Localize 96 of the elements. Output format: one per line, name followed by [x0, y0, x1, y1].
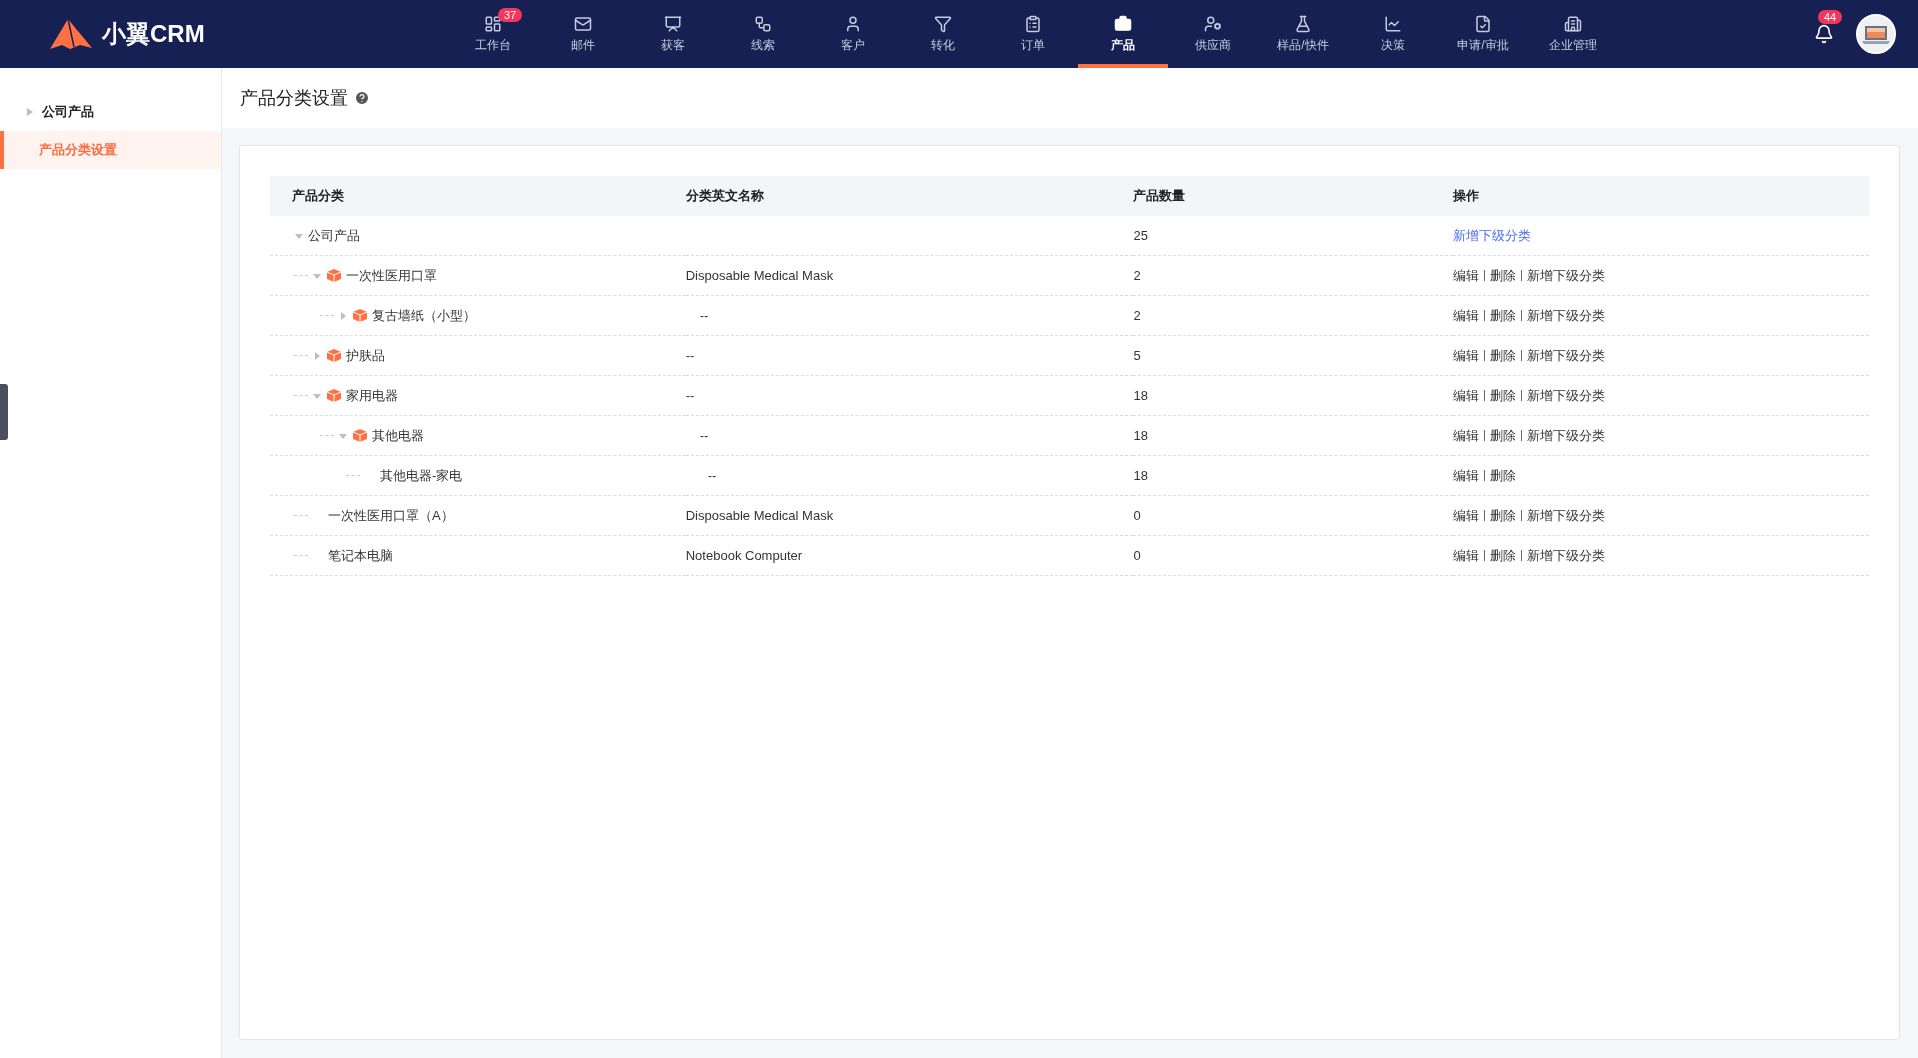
expand-caret-icon[interactable] — [338, 310, 348, 321]
box-icon — [326, 388, 342, 403]
column-header: 产品分类 — [291, 188, 344, 203]
action-link[interactable]: 编辑 — [1453, 387, 1480, 403]
product-count: 25 — [1133, 228, 1148, 243]
category-name: 公司产品 — [308, 226, 360, 245]
sidebar-item[interactable]: 公司产品 — [0, 93, 221, 131]
category-name: 其他电器 — [372, 426, 424, 445]
action-link[interactable]: 编辑 — [1453, 267, 1480, 283]
action-link[interactable]: 删除 — [1490, 307, 1517, 323]
action-link[interactable]: 新增下级分类 — [1527, 387, 1606, 403]
action-link[interactable]: 删除 — [1490, 467, 1517, 483]
english-name: Disposable Medical Mask — [685, 508, 834, 523]
nav-tab[interactable]: 样品/快件 — [1258, 0, 1348, 68]
nav-tab[interactable]: 申请/审批 — [1438, 0, 1528, 68]
nav-icon — [1204, 15, 1222, 33]
action-link[interactable]: 新增下级分类 — [1527, 507, 1606, 523]
box-icon — [326, 348, 342, 363]
nav-tab[interactable]: 转化 — [898, 0, 988, 68]
action-link[interactable]: 删除 — [1490, 387, 1517, 403]
category-name: 一次性医用口罩（A） — [328, 506, 454, 525]
english-name: -- — [685, 388, 695, 403]
nav-icon — [484, 15, 502, 33]
nav-tab[interactable]: 获客 — [628, 0, 718, 68]
nav-icon — [664, 15, 682, 33]
action-link[interactable]: 新增下级分类 — [1453, 227, 1532, 243]
product-count: 18 — [1133, 428, 1148, 443]
action-link[interactable]: 删除 — [1490, 427, 1517, 443]
bell-icon[interactable] — [1814, 24, 1834, 44]
expand-caret-icon — [26, 107, 34, 117]
category-name: 家用电器 — [346, 386, 398, 405]
product-count: 2 — [1133, 308, 1141, 323]
action-link[interactable]: 编辑 — [1453, 467, 1480, 483]
side-handle[interactable] — [0, 384, 8, 440]
nav-tab[interactable]: 企业管理 — [1528, 0, 1618, 68]
nav-tab[interactable]: 线索 — [718, 0, 808, 68]
english-name: -- — [698, 308, 709, 323]
logo-text: 小翼CRM — [102, 19, 205, 49]
nav-tab[interactable]: 客户 — [808, 0, 898, 68]
expand-caret-icon[interactable] — [312, 350, 322, 361]
english-name: -- — [698, 428, 709, 443]
nav-icon — [1024, 15, 1042, 33]
action-link[interactable]: 编辑 — [1453, 507, 1480, 523]
nav-icon — [1474, 15, 1492, 33]
category-name: 笔记本电脑 — [328, 546, 393, 565]
nav-tab[interactable]: 决策 — [1348, 0, 1438, 68]
nav-icon — [1294, 15, 1312, 33]
box-icon — [326, 268, 342, 283]
nav-tab[interactable]: 邮件 — [538, 0, 628, 68]
nav-icon — [844, 15, 862, 33]
column-header: 分类英文名称 — [685, 188, 764, 203]
english-name: -- — [706, 468, 717, 483]
nav-tab[interactable]: 供应商 — [1168, 0, 1258, 68]
product-count: 0 — [1133, 548, 1141, 563]
action-link[interactable]: 删除 — [1490, 267, 1517, 283]
action-link[interactable]: 编辑 — [1453, 347, 1480, 363]
column-header: 操作 — [1453, 188, 1480, 203]
box-icon — [352, 308, 368, 323]
help-icon[interactable] — [354, 90, 370, 106]
action-link[interactable]: 删除 — [1490, 347, 1517, 363]
nav-tab[interactable]: 订单 — [988, 0, 1078, 68]
category-name: 其他电器-家电 — [380, 466, 463, 485]
count-badge: 37 — [498, 8, 523, 22]
product-count: 5 — [1133, 348, 1141, 363]
category-name: 复古墙纸（小型） — [372, 306, 476, 325]
box-icon — [352, 428, 368, 443]
product-count: 0 — [1133, 508, 1141, 523]
english-name: -- — [685, 348, 695, 363]
nav-icon — [754, 15, 772, 33]
action-link[interactable]: 删除 — [1490, 547, 1517, 563]
action-link[interactable]: 新增下级分类 — [1527, 547, 1606, 563]
product-count: 2 — [1133, 268, 1141, 283]
action-link[interactable]: 编辑 — [1453, 547, 1480, 563]
action-link[interactable]: 新增下级分类 — [1527, 427, 1606, 443]
nav-icon — [1384, 15, 1402, 33]
nav-icon — [1114, 15, 1132, 33]
nav-icon — [1564, 15, 1582, 33]
action-link[interactable]: 新增下级分类 — [1527, 267, 1606, 283]
product-count: 18 — [1133, 468, 1148, 483]
page-title: 产品分类设置 — [240, 87, 348, 110]
notification-badge: 44 — [1818, 10, 1843, 24]
action-link[interactable]: 编辑 — [1453, 427, 1480, 443]
action-link[interactable]: 删除 — [1490, 507, 1517, 523]
nav-tab[interactable]: 工作台 37 — [448, 0, 538, 68]
category-name: 护肤品 — [346, 346, 385, 365]
column-header: 产品数量 — [1133, 188, 1186, 203]
category-name: 一次性医用口罩 — [346, 266, 437, 285]
english-name: Notebook Computer — [685, 548, 803, 563]
product-count: 18 — [1133, 388, 1148, 403]
english-name: Disposable Medical Mask — [685, 268, 834, 283]
action-link[interactable]: 新增下级分类 — [1527, 347, 1606, 363]
nav-icon — [934, 15, 952, 33]
action-link[interactable]: 新增下级分类 — [1527, 307, 1606, 323]
nav-icon — [574, 15, 592, 33]
avatar[interactable] — [1856, 14, 1896, 54]
action-link[interactable]: 编辑 — [1453, 307, 1480, 323]
